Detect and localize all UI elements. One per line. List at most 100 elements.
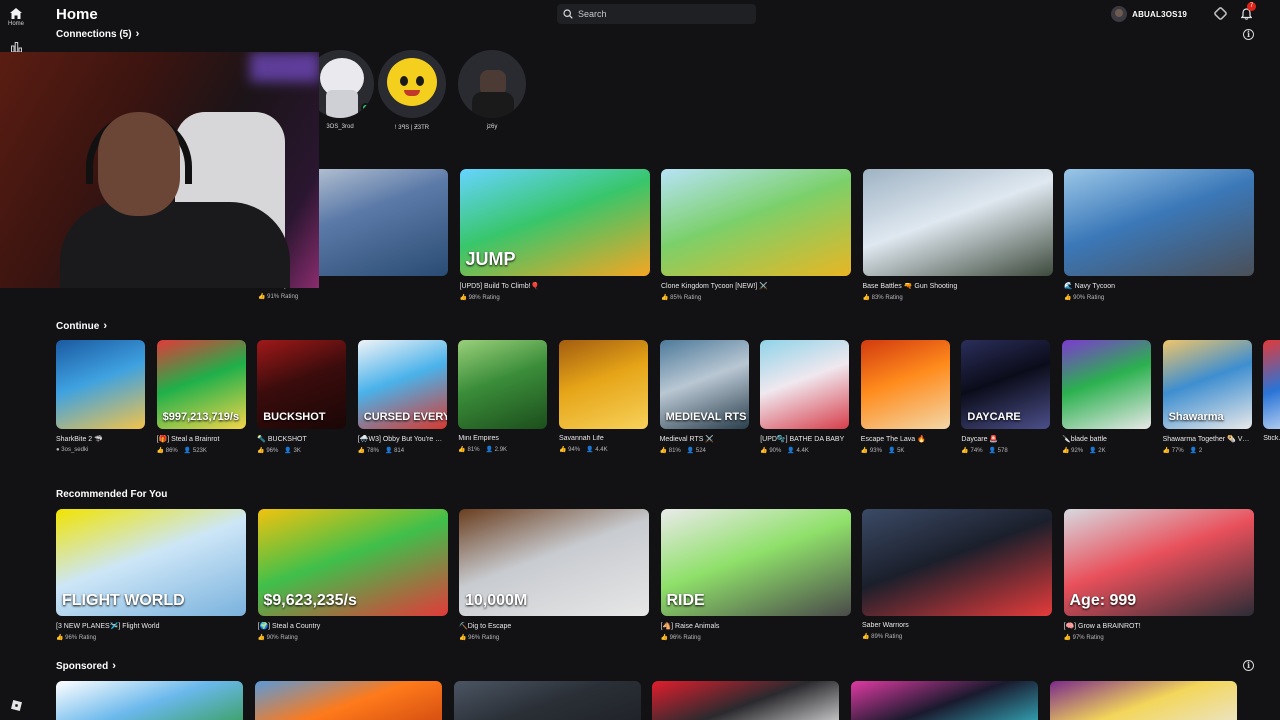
game-tile[interactable]: MEDIEVAL RTS Medieval RTS ⚔️ 👍 81% 👤 524 [659,340,749,454]
game-stats: 👍 89% Rating [862,633,1052,640]
rail-menu[interactable] [0,700,32,711]
game-tile[interactable]: Shawarma Shawarma Together 🌯 V1.1 👍 77% 👤 2 [1162,340,1252,454]
game-thumbnail: FLIGHT WORLD [56,509,246,616]
game-stats: 👍 96% Rating [459,634,649,641]
game-tile[interactable]: 10,000M ⛏️Dig to Escape 👍 96% Rating [459,509,649,641]
game-tile[interactable] [1050,681,1237,720]
search-input[interactable] [578,9,748,19]
game-stats: 👍 77% 👤 2 [1163,447,1252,454]
online-indicator [361,103,370,112]
game-tile[interactable]: DAYCARE Daycare 🚨 👍 74% 👤 578 [961,340,1051,454]
game-thumbnail [760,340,850,429]
info-icon[interactable]: i [1243,29,1254,40]
game-thumbnail [453,681,641,720]
sponsored-header[interactable]: Sponsored › [56,660,116,672]
game-tile[interactable]: JUMP [UPD5] Build To Climb!🎈 👍 98% Rating [459,169,650,301]
game-tile[interactable]: Age: 999 [🧠] Grow a BRAINROT! 👍 97% Rating [1063,509,1254,641]
notification-badge: 7 [1247,2,1256,11]
game-tile[interactable] [453,681,641,720]
game-thumbnail: JUMP [459,169,650,276]
rail-charts[interactable] [0,42,32,52]
game-tile[interactable]: 🔪blade battle 👍 92% 👤 2K [1062,340,1151,454]
game-tile[interactable]: $9,623,235/s [🌍] Steal a Country 👍 90% Rat… [257,509,448,641]
friend-card[interactable]: ! 3ꟼS | Ƶ3TR [377,50,447,131]
game-thumbnail: CURSED EVERY 20s! [357,340,447,429]
rating-text: 👍 96% [257,448,279,454]
game-thumbnail: BUCKSHOT [257,340,347,429]
webcam-overlay [0,52,319,288]
game-thumbnail [1050,681,1237,720]
game-tile[interactable]: CURSED EVERY 20s! [🌨️W3] Obby But You're … [357,340,447,454]
rating-text: 👍 90% Rating [257,635,298,641]
player-count: 👤 524 [686,448,706,454]
game-title: Stick... [1263,435,1280,442]
game-tile[interactable]: Escape The Lava 🔥 👍 93% 👤 5K [860,340,950,454]
game-tile[interactable]: FLIGHT WORLD [3 NEW PLANES🛩️] Flight Worl… [56,509,246,641]
player-count: 👤 523K [183,448,207,454]
game-stats: 👍 97% Rating [1064,634,1254,641]
game-tile[interactable] [851,681,1039,720]
user-profile[interactable]: ABUAL3OS19 [1111,6,1187,22]
thumbnail-caption: Age: 999 [1069,592,1137,609]
rating-text: 👍 94% [559,447,581,453]
thumbnail-caption: RIDE [666,592,705,609]
thumbnail-caption: FLIGHT WORLD [62,592,185,609]
player-count: 👤 2 [1189,448,1203,454]
continue-header[interactable]: Continue › [56,320,107,332]
game-thumbnail: 10,000M [459,509,649,616]
robux-icon[interactable] [1213,6,1228,21]
game-thumbnail [1062,340,1151,429]
game-stats: 👍 91% Rating [258,293,448,300]
game-tile[interactable]: SharkBite 2 🦈 ● 3os_sedki [56,340,145,453]
game-title: Base Battles 🔫 Gun Shooting [862,283,958,290]
game-title: Daycare 🚨 [961,436,999,443]
game-title: Mini Empires [458,435,499,442]
game-stats: 👍 96% Rating [661,634,851,641]
rating-text: 👍 98% Rating [459,295,500,301]
game-tile[interactable]: BUCKSHOT 🔦 BUCKSHOT 👍 96% 👤 3K [257,340,347,454]
chevron-right-icon: › [135,28,140,40]
game-tile[interactable]: Saber Warriors 👍 89% Rating [862,509,1052,640]
search-box[interactable] [557,4,756,24]
game-tile[interactable]: Clone Kingdom Tycoon [NEW!] ⚔️ 👍 85% Rati… [661,169,851,301]
game-stats: 👍 94% 👤 4.4K [559,446,648,453]
connections-header[interactable]: Connections (5) › [56,28,139,40]
game-tile[interactable] [56,681,243,720]
rail-home-label: Home [7,21,24,27]
thumbnail-caption: 10,000M [465,592,528,609]
game-tile[interactable]: Savannah Life 👍 94% 👤 4.4K [559,340,648,453]
player-count: 👤 4.4K [787,448,809,454]
thumbnail-caption: DAYCARE [967,411,1021,423]
game-title: [🌨️W3] Obby But You're Cursed [357,436,447,443]
game-tile[interactable]: 🌊 Navy Tycoon 👍 90% Rating [1064,169,1254,301]
game-stats: 👍 90% Rating [258,634,448,641]
game-title: [UPD🫧] BATHE DA BABY [760,436,845,443]
recommended-label: Recommended For You [56,489,168,500]
rating-text: 👍 83% Rating [862,295,903,301]
game-tile[interactable]: Mini Empires 👍 81% 👤 2.9K [458,340,548,453]
friend-avatar [458,50,526,118]
rail-home[interactable]: Home [0,8,32,27]
friend-card[interactable]: jz6y [457,50,527,130]
thumbnail-caption: $9,623,235/s [263,592,357,609]
game-tile[interactable] [652,681,840,720]
game-tile[interactable]: Base Battles 🔫 Gun Shooting 👍 83% Rating [862,169,1053,301]
game-stats: 👍 90% Rating [1064,294,1254,301]
game-tile[interactable]: Stick... [1263,340,1280,446]
game-title: ⛏️Dig to Escape [459,623,512,630]
game-tile[interactable]: $997,213,719/s [🎁] Steal a Brainrot 👍 86% 👤… [156,340,246,454]
thumbnail-caption: MEDIEVAL RTS [665,411,747,423]
game-thumbnail: MEDIEVAL RTS [659,340,749,429]
notifications-button[interactable]: 7 [1240,2,1256,25]
game-thumbnail: Shawarma [1162,340,1252,429]
thumbnail-caption: JUMP [465,249,516,269]
sponsored-info-icon[interactable]: i [1243,660,1254,671]
rating-text: 👍 74% [961,448,983,454]
game-thumbnail [458,340,548,429]
game-tile[interactable]: RIDE [🐴] Raise Animals 👍 96% Rating [660,509,851,641]
recommended-header: Recommended For You [56,489,167,500]
game-title: Escape The Lava 🔥 [860,436,926,443]
game-tile[interactable]: [UPD🫧] BATHE DA BABY 👍 90% 👤 4.4K [760,340,850,454]
game-tile[interactable] [254,681,442,720]
game-stats: 👍 85% Rating [661,294,851,301]
